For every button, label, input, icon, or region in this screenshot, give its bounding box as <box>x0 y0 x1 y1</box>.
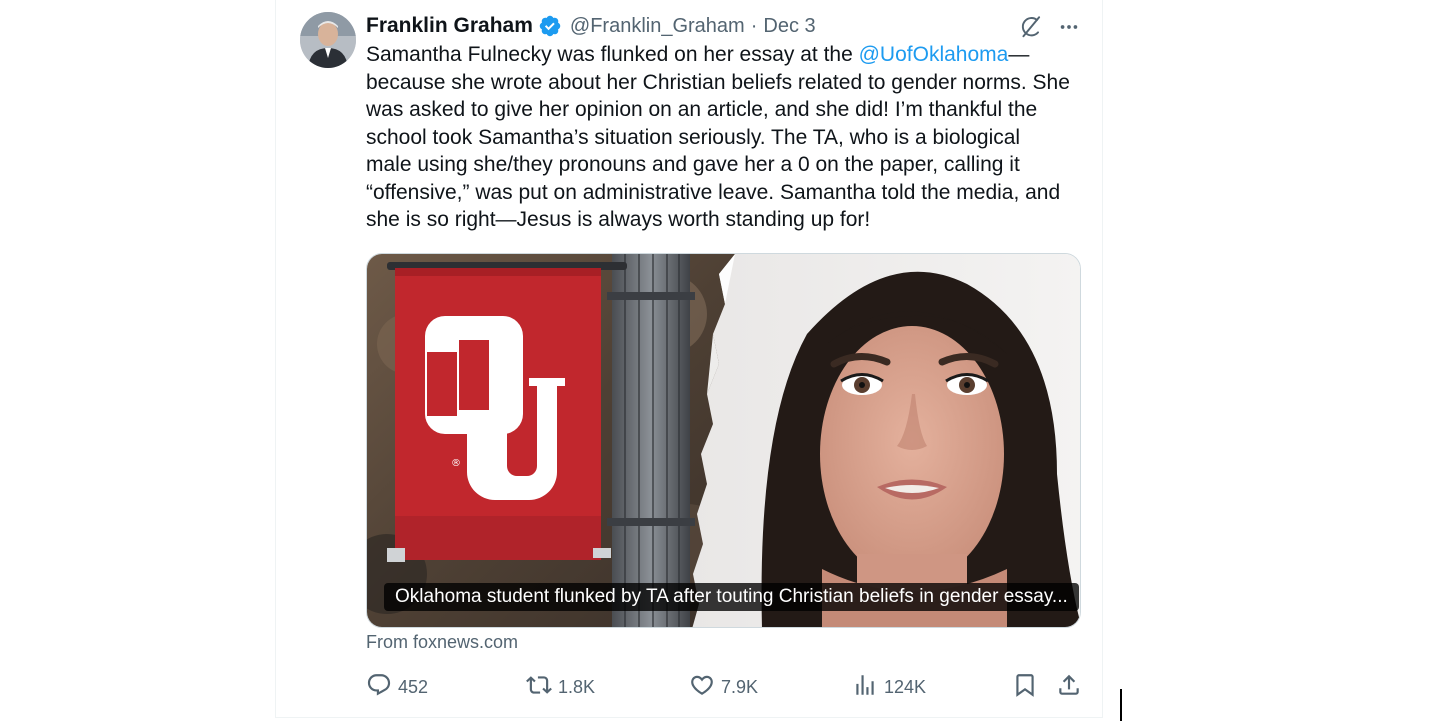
bookmark-button[interactable] <box>1012 672 1044 702</box>
author-handle[interactable]: @Franklin_Graham <box>570 15 745 38</box>
views-icon <box>852 672 884 703</box>
views-button[interactable]: 124K <box>852 672 926 702</box>
reply-button[interactable]: 452 <box>366 672 428 702</box>
repost-button[interactable]: 1.8K <box>526 672 595 702</box>
like-count: 7.9K <box>721 676 759 697</box>
tweet-header: Franklin Graham @Franklin_Graham · Dec 3 <box>366 12 816 40</box>
tweet-card[interactable]: Franklin Graham @Franklin_Graham · Dec 3… <box>275 0 1103 718</box>
share-button[interactable] <box>1056 672 1088 702</box>
share-icon <box>1056 672 1088 703</box>
reply-count: 452 <box>398 676 429 697</box>
tweet-text-part-1: Samantha Fulnecky was flunked on her ess… <box>366 43 859 66</box>
like-button[interactable]: 7.9K <box>689 672 758 702</box>
like-icon <box>689 672 721 703</box>
repost-icon <box>526 672 558 703</box>
reply-icon <box>366 672 398 703</box>
repost-count: 1.8K <box>558 676 596 697</box>
separator-dot: · <box>750 14 758 37</box>
media-card[interactable]: ® Oklahoma student flunked by TA after t… <box>366 253 1081 628</box>
text-cursor <box>1120 689 1122 721</box>
tweet-text: Samantha Fulnecky was flunked on her ess… <box>366 41 1086 234</box>
verified-icon <box>538 14 562 38</box>
avatar[interactable] <box>300 12 356 68</box>
media-caption: Oklahoma student flunked by TA after tou… <box>384 583 1079 611</box>
mention-link[interactable]: @UofOklahoma <box>859 43 1009 66</box>
tweet-date[interactable]: Dec 3 <box>763 15 815 38</box>
views-count: 124K <box>884 676 927 697</box>
bookmark-icon <box>1012 672 1044 703</box>
author-name[interactable]: Franklin Graham <box>366 14 533 38</box>
link-source[interactable]: From foxnews.com <box>366 632 518 653</box>
grok-icon[interactable] <box>1016 12 1046 42</box>
tweet-text-part-2: — because she wrote about her Christian … <box>366 43 1070 231</box>
more-icon[interactable] <box>1054 12 1084 42</box>
svg-text:®: ® <box>451 458 461 469</box>
